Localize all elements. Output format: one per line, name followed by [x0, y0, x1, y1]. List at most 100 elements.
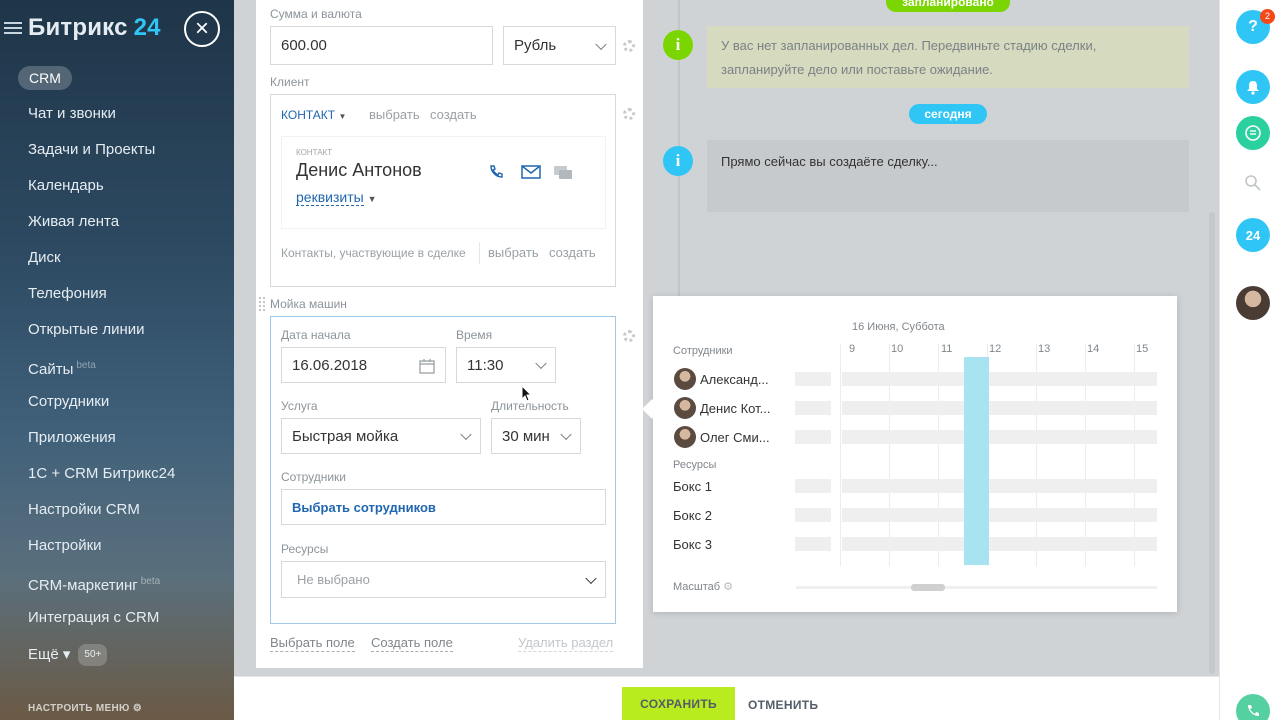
calendar-icon[interactable]: [419, 358, 435, 374]
chevron-down-icon: [595, 38, 607, 50]
sidebar-item-apps[interactable]: Приложения: [28, 428, 175, 464]
contact-name[interactable]: Денис Антонов: [296, 160, 422, 181]
sidebar-item-calendar[interactable]: Календарь: [28, 176, 175, 212]
more-count-badge: 50+: [78, 644, 108, 666]
deal-form: Сумма и валюта 600.00 Рубль Клиент КОНТА…: [256, 0, 643, 668]
chevron-down-icon: [535, 357, 547, 370]
create-deal-contacts-link[interactable]: создать: [549, 245, 596, 260]
time-select[interactable]: 11:30: [456, 347, 556, 383]
messenger-icon[interactable]: [1236, 116, 1270, 150]
field-settings-gear-icon[interactable]: [623, 40, 635, 52]
resources-section-label: Ресурсы: [673, 459, 717, 471]
divider: [479, 242, 480, 264]
timeline-row-bar[interactable]: [842, 401, 1157, 415]
phone-call-icon[interactable]: [1236, 694, 1270, 720]
sidebar-item-crm[interactable]: CRM: [18, 66, 72, 90]
scale-label[interactable]: Масштаб ⚙: [673, 580, 733, 593]
requisites-link[interactable]: реквизиты ▼: [296, 189, 376, 206]
sidebar-item-crm-integration[interactable]: Интеграция с CRM: [28, 608, 175, 644]
logo[interactable]: Битрикс 24: [0, 12, 161, 44]
save-button[interactable]: СОХРАНИТЬ: [622, 687, 735, 720]
section-title: Мойка машин: [270, 297, 347, 311]
hour-label: 11: [941, 343, 953, 355]
resource-name[interactable]: Бокс 2: [673, 508, 712, 523]
customize-menu-link[interactable]: НАСТРОИТЬ МЕНЮ ⚙: [28, 703, 142, 714]
resource-name[interactable]: Бокс 1: [673, 479, 712, 494]
timeline-row-bar[interactable]: [842, 372, 1157, 386]
start-date-label: Дата начала: [281, 328, 351, 342]
sidebar-item-crm-marketing[interactable]: CRM-маркетинг beta: [28, 572, 175, 608]
timeline-row-bar: [795, 508, 831, 522]
sidebar-item-tasks[interactable]: Задачи и Проекты: [28, 140, 175, 176]
sidebar-item-telephony[interactable]: Телефония: [28, 284, 175, 320]
contact-type-tab[interactable]: КОНТАКТ ▼: [281, 108, 346, 122]
contact-card-label: КОНТАКТ: [296, 148, 333, 157]
b24-app-icon[interactable]: 24: [1236, 218, 1270, 252]
timeline-row-bar[interactable]: [842, 537, 1157, 551]
duration-select[interactable]: 30 мин: [491, 418, 581, 454]
sidebar-item-crm-settings[interactable]: Настройки CRM: [28, 500, 175, 536]
select-contact-link[interactable]: выбрать: [369, 107, 420, 122]
today-pill: сегодня: [909, 104, 987, 124]
client-settings-gear-icon[interactable]: [623, 108, 635, 120]
sidebar-item-feed[interactable]: Живая лента: [28, 212, 175, 248]
sidebar-item-1c[interactable]: 1С + CRM Битрикс24: [28, 464, 175, 500]
select-deal-contacts-link[interactable]: выбрать: [488, 245, 539, 260]
currency-select[interactable]: Рубль: [503, 26, 616, 65]
timeline-row-bar[interactable]: [842, 430, 1157, 444]
cancel-button[interactable]: ОТМЕНИТЬ: [748, 698, 818, 712]
gear-icon: ⚙: [132, 703, 142, 714]
menu-burger-icon[interactable]: [4, 22, 22, 34]
bell-icon[interactable]: [1236, 70, 1270, 104]
amount-label: Сумма и валюта: [270, 7, 362, 21]
vertical-scrollbar[interactable]: [1209, 212, 1215, 674]
resources-select[interactable]: Не выбрано: [281, 561, 606, 598]
selected-time-slot[interactable]: [964, 357, 989, 565]
employees-label: Сотрудники: [281, 470, 346, 484]
timeline-row-bar: [795, 479, 831, 493]
time-label: Время: [456, 328, 493, 342]
service-select[interactable]: Быстрая мойка: [281, 418, 481, 454]
email-icon[interactable]: [521, 165, 541, 179]
sidebar-item-employees[interactable]: Сотрудники: [28, 392, 175, 428]
timeline-row-bar: [795, 372, 831, 386]
amount-input[interactable]: 600.00: [270, 26, 493, 65]
service-label: Услуга: [281, 399, 318, 413]
start-date-input[interactable]: 16.06.2018: [281, 347, 446, 383]
contacts-in-deal-label: Контакты, участвующие в сделке: [281, 246, 466, 260]
delete-section-link[interactable]: Удалить раздел: [518, 635, 614, 652]
sidebar-item-more[interactable]: Ещё ▾ 50+: [28, 644, 175, 680]
user-avatar[interactable]: [1236, 286, 1270, 320]
search-icon[interactable]: [1236, 166, 1270, 200]
sidebar-item-disk[interactable]: Диск: [28, 248, 175, 284]
scrollbar-thumb[interactable]: [911, 584, 945, 591]
employee-name[interactable]: Денис Кот...: [700, 401, 770, 416]
sidebar-item-open-lines[interactable]: Открытые линии: [28, 320, 175, 356]
hour-label: 13: [1038, 343, 1051, 355]
timeline-row-bar: [795, 401, 831, 415]
select-employees-button[interactable]: Выбрать сотрудников: [281, 489, 606, 525]
hour-label: 12: [989, 343, 1002, 355]
section-settings-gear-icon[interactable]: [623, 330, 635, 342]
close-slider-button[interactable]: ×: [184, 11, 220, 47]
employee-name[interactable]: Олег Сми...: [700, 430, 770, 445]
sidebar-item-settings[interactable]: Настройки: [28, 536, 175, 572]
drag-handle-icon[interactable]: [259, 297, 265, 311]
timeline-row-bar[interactable]: [842, 508, 1157, 522]
sidebar-item-sites[interactable]: Сайты beta: [28, 356, 175, 392]
create-field-link[interactable]: Создать поле: [371, 635, 453, 652]
avatar: [674, 368, 696, 390]
timeline-row-bar[interactable]: [842, 479, 1157, 493]
phone-icon[interactable]: [488, 164, 504, 180]
sidebar-menu: Чат и звонки Задачи и Проекты Календарь …: [28, 104, 175, 680]
calendar-date-title: 16 Июня, Суббота: [852, 321, 945, 333]
resource-name[interactable]: Бокс 3: [673, 537, 712, 552]
select-field-link[interactable]: Выбрать поле: [270, 635, 355, 652]
sidebar-item-chat[interactable]: Чат и звонки: [28, 104, 175, 140]
employee-name[interactable]: Александ...: [700, 372, 769, 387]
create-contact-link[interactable]: создать: [430, 107, 477, 122]
chat-icon[interactable]: [553, 165, 573, 181]
grid-line: [840, 344, 841, 566]
right-toolbar: ? 2 24: [1219, 0, 1280, 720]
horizontal-scrollbar[interactable]: [796, 586, 1157, 589]
